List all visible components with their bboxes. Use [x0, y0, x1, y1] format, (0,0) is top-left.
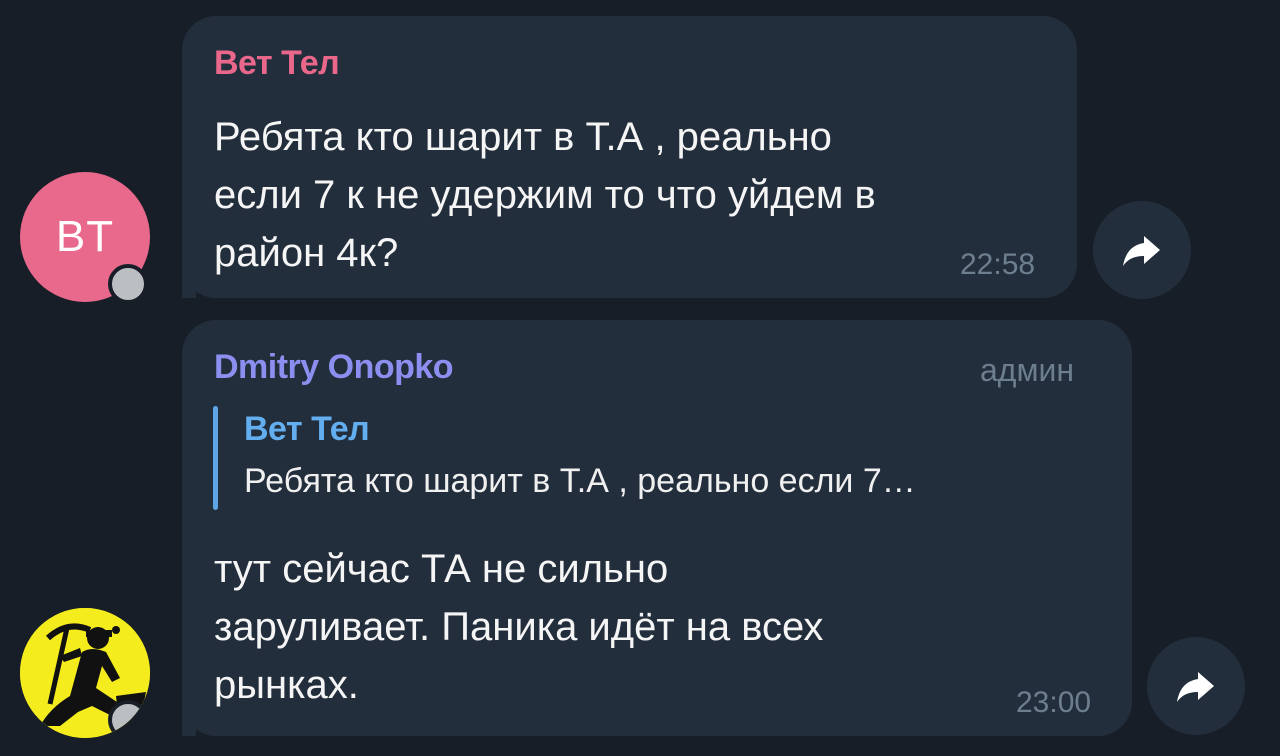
message-time: 23:00 — [1016, 686, 1092, 719]
reply-sender: Вет Тел — [244, 410, 370, 448]
online-status-dot — [108, 264, 148, 304]
message-time: 22:58 — [960, 248, 1036, 281]
reply-text: Ребята кто шарит в Т.А , реально если 7… — [244, 462, 916, 500]
message-sender[interactable]: Вет Тел — [214, 44, 340, 83]
avatar-vet-tel[interactable]: BT — [20, 172, 150, 304]
message-bubble[interactable]: Вет Тел Ребята кто шарит в Т.А , реально… — [166, 16, 1077, 298]
chat-history: BT Вет Тел Ребята кто шарит в Т.А , реал… — [0, 0, 1280, 756]
online-status-dot — [108, 700, 148, 738]
reply-bar — [213, 406, 218, 510]
share-arrow-icon — [1123, 236, 1160, 266]
share-button[interactable] — [1147, 637, 1245, 735]
message-text: тут сейчас ТА не сильно заруливает. Пани… — [214, 547, 824, 707]
message-sender[interactable]: Dmitry Onopko — [214, 348, 454, 387]
share-button[interactable] — [1093, 201, 1191, 299]
share-arrow-icon — [1177, 672, 1214, 702]
reply-preview[interactable]: Вет Тел Ребята кто шарит в Т.А , реально… — [213, 406, 1083, 510]
admin-badge: админ — [980, 352, 1075, 388]
avatar-dmitry-onopko[interactable] — [20, 608, 150, 738]
bubble-tail — [166, 706, 196, 736]
message-bubble[interactable]: Dmitry Onopko админ Вет Тел Ребята кто ш… — [166, 320, 1132, 736]
bubble-tail — [166, 268, 196, 298]
message-text: Ребята кто шарит в Т.А , реально если 7 … — [214, 115, 876, 275]
